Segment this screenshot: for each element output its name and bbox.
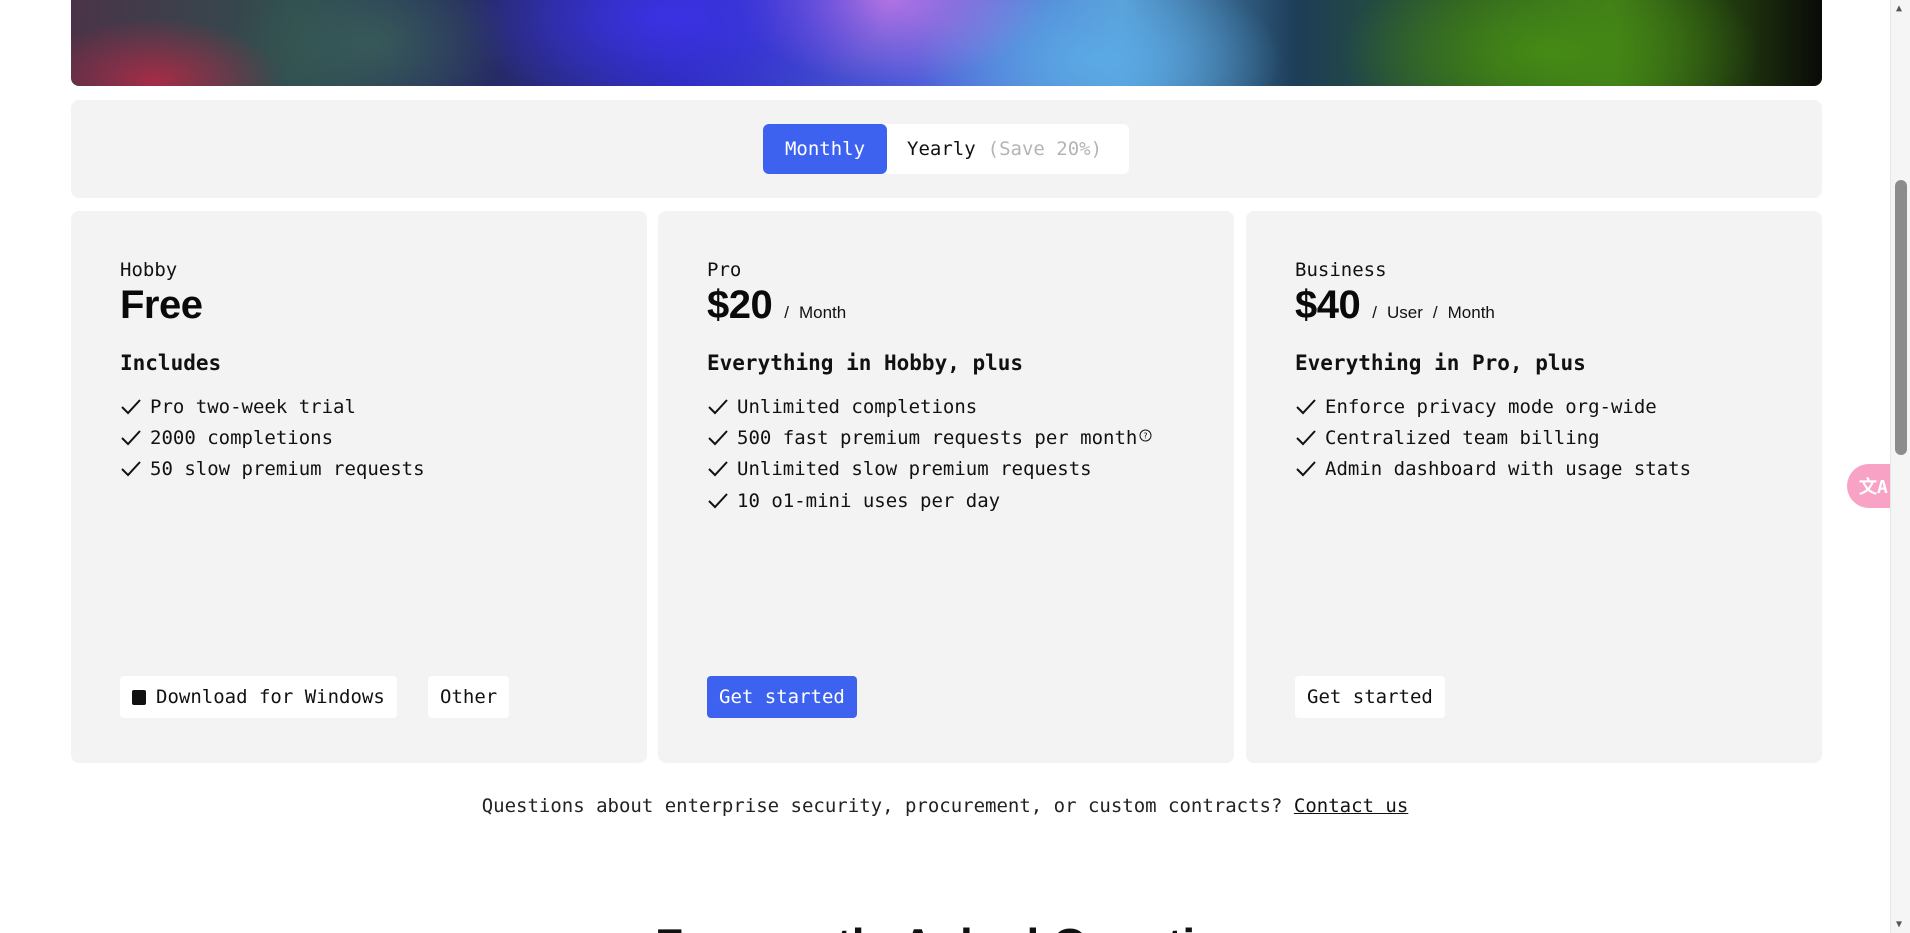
feature-text: 500 fast premium requests per month [737, 426, 1138, 449]
check-icon [708, 398, 728, 415]
plan-price: $40 [1295, 283, 1361, 327]
contact-text: Questions about enterprise security, pro… [481, 795, 1283, 817]
check-icon [121, 430, 141, 446]
price-unit-month: Month [1447, 303, 1495, 322]
business-get-started-button[interactable]: Get started [1295, 676, 1445, 718]
feature-text: 50 slow premium requests [150, 458, 425, 481]
scroll-up-arrow-icon[interactable]: ▲ [1896, 3, 1902, 14]
monthly-label: Monthly [784, 138, 866, 160]
feature-item: 10 o1-mini uses per day [707, 485, 1152, 516]
contact-row: Questions about enterprise security, pro… [0, 795, 1890, 817]
feature-text: Admin dashboard with usage stats [1325, 458, 1692, 481]
check-icon [121, 398, 141, 415]
faq-heading: Frequently Asked Questions [655, 918, 1277, 933]
scrollbar-thumb[interactable] [1895, 180, 1907, 455]
feature-text: Enforce privacy mode org-wide [1325, 395, 1657, 418]
feature-text: Centralized team billing [1325, 426, 1600, 449]
feature-text: Pro two-week trial [150, 395, 356, 418]
download-label: Download for Windows [156, 686, 385, 708]
yearly-toggle-button[interactable]: Yearly (Save 20%) [887, 124, 1102, 174]
plan-card-business: Business $40 / User / Month Everything i… [1246, 211, 1822, 763]
vertical-scrollbar[interactable]: ▲ ▼ [1890, 0, 1910, 933]
price-unit-month: Month [798, 303, 847, 322]
plan-name: Hobby [120, 259, 178, 281]
features-title: Everything in Hobby, plus [707, 351, 1024, 375]
translate-icon: 文A [1859, 477, 1888, 498]
monthly-toggle-button[interactable]: Monthly [763, 124, 887, 174]
plan-card-hobby: Hobby Free Includes Pro two-week trial 2… [71, 211, 647, 763]
feature-list: Pro two-week trial 2000 completions 50 s… [120, 391, 425, 485]
check-icon [121, 461, 141, 477]
plan-price: $20 [707, 283, 773, 327]
price-separator: / [1432, 303, 1438, 322]
features-title: Includes [120, 351, 222, 375]
get-started-label: Get started [1307, 686, 1433, 708]
feature-item: 500 fast premium requests per month ? [707, 422, 1152, 453]
check-icon [1296, 398, 1316, 415]
price-separator: / [784, 303, 789, 322]
feature-item: Pro two-week trial [120, 391, 425, 422]
price-separator: / [1372, 303, 1377, 322]
feature-item: Admin dashboard with usage stats [1295, 454, 1691, 485]
features-title: Everything in Pro, plus [1295, 351, 1586, 375]
check-icon [1296, 461, 1316, 477]
check-icon [708, 430, 728, 446]
feature-text: Unlimited completions [737, 395, 978, 418]
feature-text: 10 o1-mini uses per day [737, 489, 1001, 512]
plan-name: Business [1295, 259, 1387, 281]
billing-period-toggle: Monthly Yearly (Save 20%) [763, 124, 1129, 174]
contact-us-link[interactable]: Contact us [1294, 795, 1408, 817]
feature-text: Unlimited slow premium requests [737, 458, 1092, 481]
yearly-savings-label: (Save 20%) [987, 138, 1103, 160]
price-row: $40 / User / Month [1295, 283, 1495, 328]
feature-item: Enforce privacy mode org-wide [1295, 391, 1691, 422]
price-row: $20 / Month [707, 283, 846, 328]
feature-item: 2000 completions [120, 422, 425, 453]
other-label: Other [440, 686, 498, 708]
feature-item: Unlimited completions [707, 391, 1152, 422]
other-platforms-button[interactable]: Other [428, 676, 510, 718]
svg-text:?: ? [1144, 431, 1148, 440]
download-windows-button[interactable]: Download for Windows [120, 676, 397, 718]
plan-name: Pro [707, 259, 742, 281]
get-started-label: Get started [719, 686, 845, 708]
feature-text: 2000 completions [150, 426, 334, 449]
pro-get-started-button[interactable]: Get started [707, 676, 857, 718]
check-icon [1296, 430, 1316, 446]
feature-item: Centralized team billing [1295, 422, 1691, 453]
feature-list: Enforce privacy mode org-wide Centralize… [1295, 391, 1691, 485]
feature-item: 50 slow premium requests [120, 454, 425, 485]
feature-item: Unlimited slow premium requests [707, 454, 1152, 485]
check-icon [708, 461, 728, 477]
windows-icon [132, 689, 146, 705]
yearly-label: Yearly [907, 138, 976, 160]
info-icon[interactable]: ? [1139, 429, 1152, 445]
hero-gradient-banner [71, 0, 1822, 86]
scroll-down-arrow-icon[interactable]: ▼ [1896, 919, 1902, 930]
plan-card-pro: Pro $20 / Month Everything in Hobby, plu… [658, 211, 1234, 763]
check-icon [708, 492, 728, 508]
plan-price: Free [120, 283, 203, 327]
price-unit-user: User [1386, 303, 1423, 322]
price-row: Free [120, 283, 203, 328]
feature-list: Unlimited completions 500 fast premium r… [707, 391, 1152, 516]
